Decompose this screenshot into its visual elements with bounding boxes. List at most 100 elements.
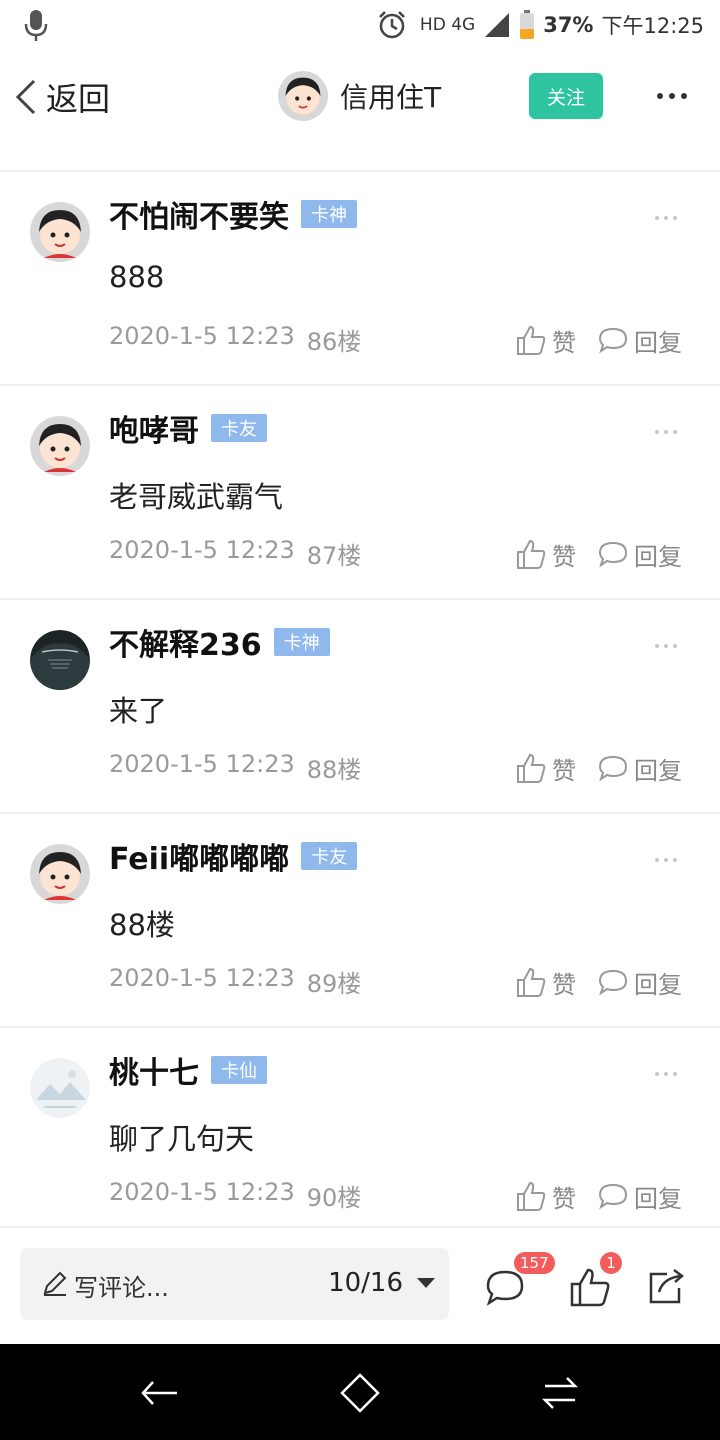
reply-label: 回复 xyxy=(634,756,682,785)
system-nav-bar xyxy=(0,1344,720,1440)
back-arrow-icon[interactable] xyxy=(139,1372,181,1414)
switch-apps-icon[interactable] xyxy=(539,1372,581,1414)
like-button[interactable]: 赞 xyxy=(516,1179,576,1214)
reply-label: 回复 xyxy=(634,970,682,999)
comment-bubble-icon xyxy=(598,541,628,568)
user-avatar[interactable] xyxy=(30,202,90,262)
user-avatar[interactable] xyxy=(30,416,90,476)
comment-text: 88楼 xyxy=(109,908,175,942)
comment-item: 不怕闹不要笑 卡神 888 2020-1-5 12:23 86楼 赞 回复 xyxy=(0,172,720,386)
like-count-badge: 1 xyxy=(600,1252,622,1274)
caret-down-icon[interactable] xyxy=(417,1278,435,1288)
comment-time: 2020-1-5 12:23 xyxy=(109,964,295,992)
status-bar: HD 4G 37% 下午12:25 xyxy=(0,0,720,50)
comment-bubble-icon xyxy=(598,755,628,782)
alarm-icon xyxy=(379,11,405,39)
thumbs-up-icon xyxy=(517,325,546,355)
comment-floor: 88楼 xyxy=(306,756,362,784)
reply-button[interactable]: 回复 xyxy=(598,965,682,1000)
author-info[interactable]: 信用住T xyxy=(278,70,441,122)
chevron-left-icon xyxy=(15,79,36,115)
comment-item: 咆哮哥 卡友 老哥威武霸气 2020-1-5 12:23 87楼 赞 回复 xyxy=(0,386,720,600)
comment-floor: 86楼 xyxy=(306,328,362,356)
top-nav: 返回 信用住T 关注 xyxy=(0,50,720,144)
comment-list: 不怕闹不要笑 卡神 888 2020-1-5 12:23 86楼 赞 回复 咆哮… xyxy=(0,172,720,1242)
like-label: 赞 xyxy=(552,1184,576,1213)
comment-text: 聊了几句天 xyxy=(109,1122,255,1156)
user-badge: 卡神 xyxy=(273,628,330,656)
follow-button[interactable]: 关注 xyxy=(529,73,603,119)
username[interactable]: Feii嘟嘟嘟嘟 xyxy=(109,834,289,878)
like-label: 赞 xyxy=(552,756,576,785)
more-options-icon[interactable] xyxy=(648,82,696,110)
reply-button[interactable]: 回复 xyxy=(598,751,682,786)
battery-icon xyxy=(520,10,535,39)
user-badge: 卡友 xyxy=(211,414,267,442)
battery-percent: 37% xyxy=(543,13,594,37)
home-diamond-icon[interactable] xyxy=(339,1372,381,1414)
clock: 下午12:25 xyxy=(601,14,704,38)
reply-label: 回复 xyxy=(634,1184,682,1213)
comment-time: 2020-1-5 12:23 xyxy=(109,750,295,778)
comment-more-icon[interactable] xyxy=(655,640,683,652)
user-avatar[interactable] xyxy=(30,630,90,690)
comment-floor: 87楼 xyxy=(306,542,362,570)
like-button[interactable]: 赞 xyxy=(516,323,576,358)
write-comment-placeholder: 写评论... xyxy=(74,1274,169,1302)
thumbs-up-icon xyxy=(517,1181,546,1211)
thumbs-up-icon xyxy=(517,967,546,997)
author-avatar xyxy=(278,71,328,121)
bottom-bar: 写评论... 10/16 157 1 xyxy=(0,1226,720,1344)
comment-item: 不解释236 卡神 来了 2020-1-5 12:23 88楼 赞 回复 xyxy=(0,600,720,814)
share-icon[interactable] xyxy=(645,1266,687,1308)
comment-bubble-icon xyxy=(598,327,628,354)
comment-count-badge: 157 xyxy=(514,1252,555,1274)
page-indicator[interactable]: 10/16 xyxy=(328,1268,403,1298)
back-label: 返回 xyxy=(46,80,111,118)
comment-more-icon[interactable] xyxy=(655,426,683,438)
username[interactable]: 不解释236 xyxy=(109,620,262,664)
comment-time: 2020-1-5 12:23 xyxy=(109,536,295,564)
comment-item: Feii嘟嘟嘟嘟 卡友 88楼 2020-1-5 12:23 89楼 赞 回复 xyxy=(0,814,720,1028)
like-label: 赞 xyxy=(552,328,576,357)
user-badge: 卡友 xyxy=(301,842,358,870)
write-comment-input[interactable]: 写评论... 10/16 xyxy=(20,1248,449,1320)
comment-time: 2020-1-5 12:23 xyxy=(109,1178,295,1206)
like-button[interactable]: 赞 xyxy=(516,751,576,786)
like-label: 赞 xyxy=(552,970,576,999)
reply-button[interactable]: 回复 xyxy=(598,537,682,572)
comment-time: 2020-1-5 12:23 xyxy=(109,322,295,350)
comment-bubble-icon xyxy=(598,969,628,996)
like-button[interactable]: 赞 xyxy=(516,537,576,572)
comment-text: 老哥威武霸气 xyxy=(109,480,284,514)
username[interactable]: 桃十七 xyxy=(109,1048,199,1092)
user-badge: 卡仙 xyxy=(211,1056,267,1084)
comment-text: 来了 xyxy=(109,694,168,728)
reply-label: 回复 xyxy=(634,328,682,357)
comment-item: 桃十七 卡仙 聊了几句天 2020-1-5 12:23 90楼 赞 回复 xyxy=(0,1028,720,1242)
like-button[interactable]: 赞 xyxy=(516,965,576,1000)
back-button[interactable]: 返回 xyxy=(14,72,110,122)
comment-floor: 90楼 xyxy=(306,1184,362,1212)
thumbs-up-icon xyxy=(517,539,546,569)
username[interactable]: 咆哮哥 xyxy=(109,406,199,450)
mic-icon xyxy=(24,10,48,41)
comment-more-icon[interactable] xyxy=(655,854,683,866)
pencil-icon xyxy=(43,1271,67,1296)
user-avatar[interactable] xyxy=(30,1058,90,1118)
comment-more-icon[interactable] xyxy=(655,1068,683,1080)
comment-floor: 89楼 xyxy=(306,970,362,998)
author-name: 信用住T xyxy=(340,81,442,114)
reply-button[interactable]: 回复 xyxy=(598,1179,682,1214)
user-avatar[interactable] xyxy=(30,844,90,904)
comment-bubble-icon xyxy=(598,1183,628,1210)
user-badge: 卡神 xyxy=(301,200,357,228)
comment-more-icon[interactable] xyxy=(655,212,683,224)
username[interactable]: 不怕闹不要笑 xyxy=(109,192,289,236)
like-label: 赞 xyxy=(552,542,576,571)
comment-text: 888 xyxy=(109,260,165,294)
thumbs-up-icon xyxy=(517,753,546,783)
network-indicator: HD 4G xyxy=(419,15,476,35)
reply-button[interactable]: 回复 xyxy=(598,323,682,358)
reply-label: 回复 xyxy=(634,542,682,571)
